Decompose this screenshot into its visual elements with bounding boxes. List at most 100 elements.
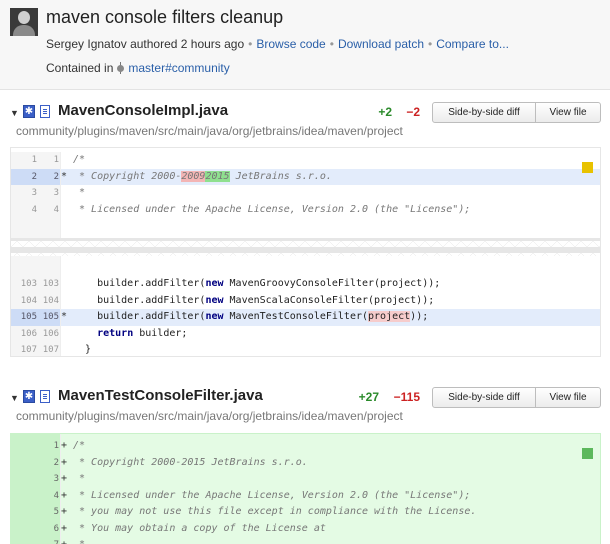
new-line-number[interactable]: 106 (37, 326, 59, 343)
diff-view: 1 +/* 2 + * Copyright 2000-2015 JetBrains s… (10, 433, 601, 544)
code-text: MavenGroovyConsoleFilter(project)); (223, 278, 441, 289)
collapsed-lines[interactable] (11, 238, 600, 256)
file-name[interactable]: MavenConsoleImpl.java (58, 102, 228, 119)
file-icon[interactable] (40, 390, 50, 403)
diff-line: 7+ * (11, 537, 600, 544)
new-line-number[interactable]: 3 (37, 185, 59, 202)
branch-icon (117, 62, 125, 74)
diff-line: 6 + * You may obtain a copy of the Licens… (11, 520, 600, 538)
diff-line: 33 * (11, 185, 600, 202)
code-text: * Copyright 2000- (73, 170, 182, 182)
change-indicator: + (61, 506, 68, 517)
code-line: return builder; (73, 326, 187, 343)
expand-icon[interactable]: ✱ (23, 105, 35, 118)
change-indicator: + (61, 456, 68, 468)
old-line-number[interactable]: 107 (15, 342, 37, 356)
file-path: community/plugins/maven/src/main/java/or… (16, 409, 403, 423)
old-line-number[interactable]: 1 (15, 152, 37, 169)
new-line-number[interactable]: 1 (37, 152, 59, 169)
old-line-number[interactable]: 103 (15, 276, 37, 293)
author-name[interactable]: Sergey Ignatov (46, 37, 127, 51)
change-indicator: + (61, 489, 68, 501)
side-by-side-diff-button[interactable]: Side-by-side diff (432, 102, 536, 123)
code-line: * Licensed under the Apache License, Ver… (73, 488, 470, 505)
new-line-number[interactable]: 5 (37, 504, 59, 521)
code-text: /* (73, 154, 86, 165)
code-line: * Licensed under the Apache License, Ver… (73, 202, 470, 219)
new-line-number[interactable]: 4 (37, 202, 59, 219)
expand-icon[interactable]: ✱ (23, 390, 35, 403)
new-line-number[interactable]: 104 (37, 293, 59, 310)
new-line-number[interactable]: 1 (37, 438, 59, 455)
old-line-number[interactable]: 105 (15, 309, 37, 326)
new-line-number[interactable]: 2 (37, 169, 59, 186)
additions-count: +2 (378, 105, 392, 119)
code-line: * Copyright 2000-20092015 JetBrains s.r.… (73, 169, 332, 186)
code-text: * Copyright 2000-2015 JetBrains s.r.o. (73, 456, 308, 468)
additions-count: +27 (358, 390, 379, 404)
view-file-button[interactable]: View file (535, 387, 601, 408)
code-text: )); (410, 311, 429, 322)
diff-line: 4 + * Licensed under the Apache License, … (11, 487, 600, 505)
changed-text: project (368, 311, 411, 322)
code-line: builder.addFilter(new MavenTestConsoleFi… (73, 309, 428, 326)
keyword: new (205, 294, 224, 306)
diff-line: 1 + /* (11, 438, 600, 455)
view-file-button[interactable]: View file (535, 102, 601, 123)
code-text: } (73, 344, 92, 355)
contained-label: Contained in (46, 61, 114, 75)
new-line-number[interactable]: 4 (37, 488, 59, 505)
compare-to-link[interactable]: Compare to... (436, 37, 509, 51)
keyword: new (205, 311, 224, 322)
new-line-number[interactable]: 107 (37, 342, 59, 356)
change-indicator: * (61, 170, 68, 182)
file-path: community/plugins/maven/src/main/java/or… (16, 124, 403, 138)
code-line: /* (73, 438, 85, 455)
old-line-number[interactable]: 106 (15, 326, 37, 343)
code-line: builder.addFilter(new MavenScalaConsoleF… (73, 293, 434, 310)
avatar[interactable] (10, 8, 38, 36)
old-line-number[interactable]: 104 (15, 293, 37, 310)
file-header: ▼ ✱ MavenConsoleImpl.java +2 −2 Side-by-… (0, 102, 610, 144)
branch-link[interactable]: master#community (128, 61, 229, 75)
change-indicator: + (61, 473, 68, 484)
collapse-arrow-icon[interactable]: ▼ (10, 108, 19, 118)
browse-code-link[interactable]: Browse code (256, 37, 325, 51)
file-name[interactable]: MavenTestConsoleFilter.java (58, 387, 263, 404)
diff-line: 3 + * (11, 471, 600, 488)
contained-in: Contained in master#community (46, 61, 230, 75)
file-icon[interactable] (40, 105, 50, 118)
diff-line: 1 1 /* (11, 152, 600, 169)
deletions-count: −115 (393, 390, 420, 404)
commit-header: maven console filters cleanup Sergey Ign… (0, 0, 610, 90)
collapse-arrow-icon[interactable]: ▼ (10, 393, 19, 403)
diff-line: 106 106 return builder; (11, 325, 600, 343)
change-indicator: + (61, 522, 68, 534)
removed-text: 2009 (181, 170, 206, 182)
new-line-number[interactable]: 6 (37, 521, 59, 538)
code-line: } (73, 342, 92, 356)
commit-meta: Sergey Ignatov authored 2 hours ago • Brow… (46, 37, 509, 51)
separator-dot: • (428, 37, 433, 51)
old-line-number[interactable]: 3 (15, 185, 37, 202)
code-text: * Licensed under the Apache License, Ver… (73, 489, 471, 501)
new-line-number[interactable]: 2 (37, 455, 59, 472)
diff-line: 44 * Licensed under the Apache License, … (11, 201, 600, 219)
separator-dot: • (248, 37, 253, 51)
code-line: * (73, 537, 85, 544)
side-by-side-diff-button[interactable]: Side-by-side diff (432, 387, 536, 408)
new-line-number[interactable]: 7 (37, 537, 59, 544)
download-patch-link[interactable]: Download patch (338, 37, 424, 51)
code-text: * you may not use this file except in co… (73, 506, 477, 517)
keyword: new (205, 278, 224, 289)
code-text: builder.addFilter( (73, 294, 206, 306)
old-line-number[interactable]: 4 (15, 202, 37, 219)
change-indicator: + (61, 440, 68, 451)
hunk-spacer (11, 256, 600, 276)
new-line-number[interactable]: 103 (37, 276, 59, 293)
diff-line: 104 104 builder.addFilter(new MavenScalaC… (11, 292, 600, 310)
old-line-number[interactable]: 2 (15, 169, 37, 186)
new-line-number[interactable]: 3 (37, 471, 59, 488)
new-line-number[interactable]: 105 (37, 309, 59, 326)
